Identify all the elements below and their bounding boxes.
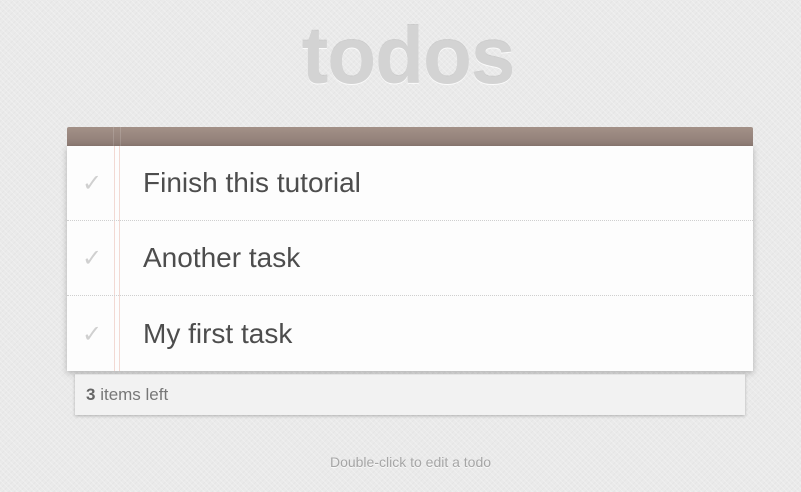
todo-app: ✓ Finish this tutorial ✓ Another task ✓ …	[67, 127, 753, 371]
todo-label[interactable]: Another task	[143, 242, 300, 274]
todo-header-bar	[67, 127, 753, 146]
todo-footer: 3 items left	[75, 374, 745, 415]
todo-label[interactable]: Finish this tutorial	[143, 167, 361, 199]
checkmark-icon: ✓	[81, 169, 103, 197]
todo-label[interactable]: My first task	[143, 318, 292, 350]
checkmark-icon: ✓	[81, 319, 103, 348]
edit-hint: Double-click to edit a todo	[329, 454, 492, 470]
items-left-count: 3 items left	[86, 385, 168, 405]
todo-item[interactable]: ✓ My first task	[67, 296, 753, 371]
toggle-complete-checkbox[interactable]: ✓	[67, 297, 115, 371]
toggle-complete-checkbox[interactable]: ✓	[67, 221, 115, 295]
toggle-complete-checkbox[interactable]: ✓	[67, 146, 115, 220]
app-title: todos	[301, 11, 516, 100]
todo-list: ✓ Finish this tutorial ✓ Another task ✓ …	[67, 146, 753, 371]
todo-item[interactable]: ✓ Finish this tutorial	[67, 146, 753, 221]
items-left-label: items left	[95, 385, 169, 404]
checkmark-icon: ✓	[81, 244, 103, 272]
todo-item[interactable]: ✓ Another task	[67, 221, 753, 296]
